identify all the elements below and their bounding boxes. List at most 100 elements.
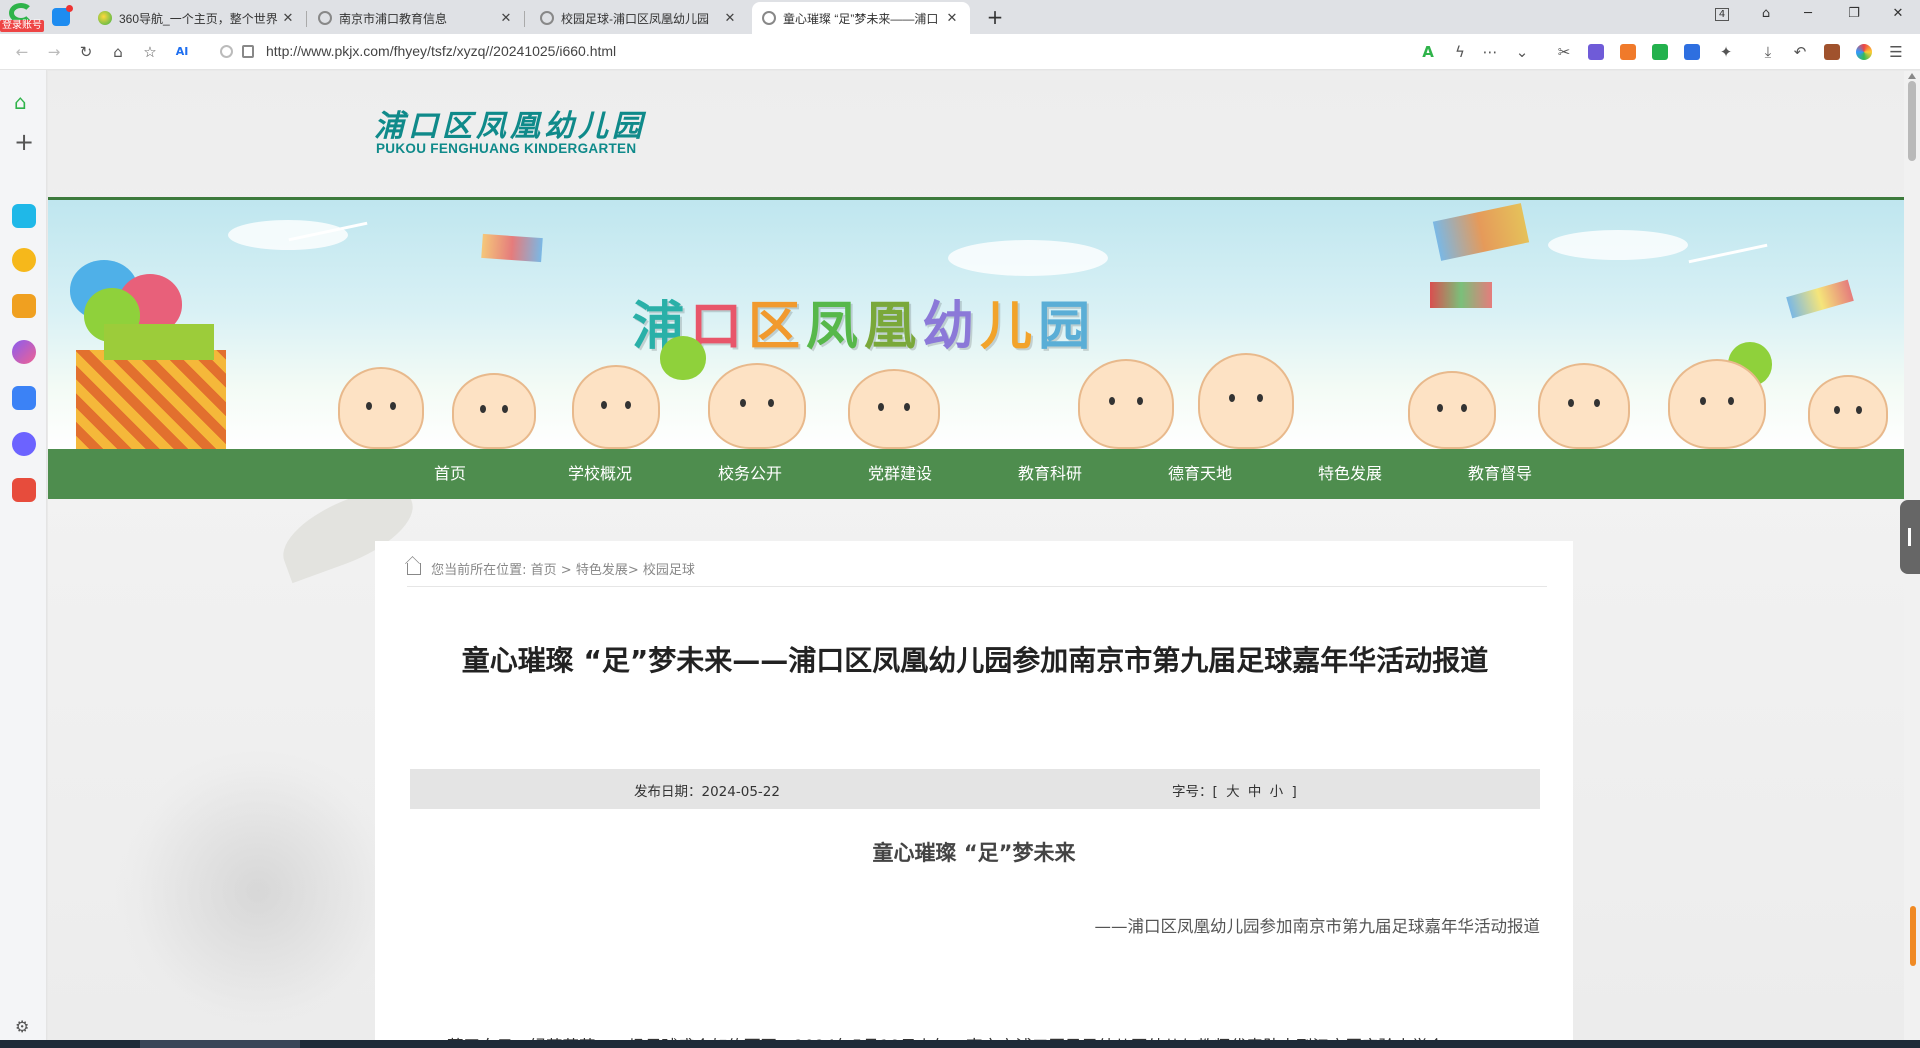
banner-char: 儿 xyxy=(980,297,1035,357)
cartoon-kid-decoration xyxy=(452,373,536,449)
gift-box-decoration xyxy=(76,350,226,449)
font-size-control: 字号：[ 大 中 小 ] xyxy=(1170,780,1299,800)
undo-icon[interactable]: ↶ xyxy=(1790,42,1810,62)
extension-word-icon[interactable] xyxy=(1684,44,1700,60)
new-tab-button[interactable]: + xyxy=(982,4,1008,30)
nav-item-school-overview[interactable]: 学校概况 xyxy=(540,449,660,499)
sidebar-ai-icon[interactable] xyxy=(12,386,36,410)
nav-item-research[interactable]: 教育科研 xyxy=(990,449,1110,499)
download-icon[interactable]: ⤓ xyxy=(1758,42,1778,62)
os-taskbar xyxy=(0,1040,1920,1048)
ai-icon[interactable]: AI xyxy=(172,42,192,62)
web-page: 浦口区凤凰幼儿园 PUKOU FENGHUANG KINDERGARTEN 浦口… xyxy=(48,71,1904,1045)
side-widget-tab[interactable] xyxy=(1910,906,1916,966)
cartoon-kid-decoration xyxy=(1078,359,1174,449)
tab-close-icon[interactable]: ✕ xyxy=(722,11,738,26)
cartoon-kid-decoration xyxy=(848,369,940,449)
chevron-down-icon[interactable]: ⌄ xyxy=(1512,42,1532,62)
sidebar-home-icon[interactable]: ⌂ xyxy=(14,90,27,114)
font-size-close: ] xyxy=(1291,784,1297,800)
tab-close-icon[interactable]: ✕ xyxy=(498,11,514,26)
side-panel-handle[interactable] xyxy=(1900,500,1920,574)
nav-item-school-affairs[interactable]: 校务公开 xyxy=(690,449,810,499)
publish-date: 发布日期：2024-05-22 xyxy=(634,780,780,800)
tab-count-icon[interactable]: 4 xyxy=(1704,0,1740,30)
tab-title: 360导航_一个主页，整个世界 xyxy=(119,11,278,26)
tab-title: 南京市浦口教育信息 xyxy=(339,11,448,26)
breadcrumb-path[interactable]: 首页 > 特色发展> 校园足球 xyxy=(531,563,695,578)
publish-date-label: 发布日期： xyxy=(634,784,702,800)
extension-wechat-icon[interactable] xyxy=(1652,44,1668,60)
nav-item-party-building[interactable]: 党群建设 xyxy=(840,449,960,499)
restore-button[interactable]: ❐ xyxy=(1836,0,1872,30)
tab-close-icon[interactable]: ✕ xyxy=(944,11,960,26)
menu-icon[interactable]: ☰ xyxy=(1886,42,1906,62)
sticker-decoration xyxy=(1786,279,1854,319)
sidebar-star-icon[interactable] xyxy=(12,248,36,272)
login-badge[interactable]: 登录账号 xyxy=(0,20,44,32)
font-size-small-link[interactable]: 小 xyxy=(1270,784,1284,800)
more-icon[interactable]: ⋯ xyxy=(1480,42,1500,62)
extension-translate-icon[interactable] xyxy=(1588,44,1604,60)
sticker-decoration xyxy=(481,233,543,263)
scissors-icon[interactable]: ✂ xyxy=(1554,42,1574,62)
sticker-decoration xyxy=(1430,282,1492,308)
extensions-puzzle-icon[interactable]: ✦ xyxy=(1716,42,1736,62)
favorites-icon[interactable]: ☆ xyxy=(140,42,160,62)
cartoon-kid-decoration xyxy=(708,363,806,449)
sticker-decoration xyxy=(1432,203,1530,261)
font-size-large-link[interactable]: 大 xyxy=(1226,784,1240,800)
globe-favicon-icon xyxy=(318,11,332,25)
balloon-decoration xyxy=(660,336,706,380)
cartoon-kid-decoration xyxy=(1538,363,1630,449)
article-subheading: 童心璀璨 “足”梦未来 xyxy=(872,841,1076,865)
home-icon[interactable]: ⌂ xyxy=(108,42,128,62)
url-text[interactable]: http://www.pkjx.com/fhyey/tsfz/xyzq//202… xyxy=(266,43,616,59)
tab-campus-football[interactable]: 校园足球-浦口区凤凰幼儿园 ✕ xyxy=(530,2,748,34)
sidebar-robot-icon[interactable] xyxy=(12,294,36,318)
nav-item-moral-education[interactable]: 德育天地 xyxy=(1140,449,1260,499)
site-header: 浦口区凤凰幼儿园 PUKOU FENGHUANG KINDERGARTEN xyxy=(48,71,1904,200)
sidebar-ai-chat-icon[interactable] xyxy=(12,340,36,364)
banner-char: 区 xyxy=(748,297,803,357)
nav-item-featured[interactable]: 特色发展 xyxy=(1290,449,1410,499)
lightning-icon[interactable]: ϟ xyxy=(1450,42,1470,62)
browser-logo[interactable]: 登录账号 xyxy=(0,0,44,34)
reload-icon[interactable]: ↻ xyxy=(76,42,96,62)
gift-box-decoration xyxy=(104,324,214,360)
pinned-tab-icon[interactable] xyxy=(52,5,73,26)
shirt-icon[interactable]: ⌂ xyxy=(1748,0,1784,30)
forward-icon[interactable]: → xyxy=(44,42,64,62)
minimize-button[interactable]: ─ xyxy=(1790,0,1826,30)
read-aloud-icon[interactable]: A xyxy=(1418,42,1438,62)
close-window-button[interactable]: ✕ xyxy=(1880,0,1916,30)
address-bar[interactable]: http://www.pkjx.com/fhyey/tsfz/xyzq//202… xyxy=(206,39,1386,65)
background-flower-decoration xyxy=(108,751,408,1031)
nav-item-supervision[interactable]: 教育督导 xyxy=(1440,449,1560,499)
nav-item-home[interactable]: 首页 xyxy=(390,449,510,499)
scrollbar-thumb[interactable] xyxy=(1908,81,1916,161)
sidebar-bot-icon[interactable] xyxy=(12,432,36,456)
extension-game-icon[interactable] xyxy=(1620,44,1636,60)
scroll-up-icon[interactable] xyxy=(1908,73,1916,79)
sidebar-settings-icon[interactable]: ⚙ xyxy=(15,1017,29,1036)
back-icon[interactable]: ← xyxy=(12,42,32,62)
taskbar-item[interactable] xyxy=(140,1040,300,1048)
color-wheel-icon[interactable] xyxy=(1856,44,1872,60)
tab-360-nav[interactable]: 360导航_一个主页，整个世界 ✕ xyxy=(88,2,307,34)
sidebar-app-plus-icon[interactable] xyxy=(12,204,36,228)
browser-sidebar: ⌂ + ⚙ xyxy=(0,70,47,1048)
banner-char: 凤 xyxy=(806,297,861,357)
sidebar-gamepad-icon[interactable] xyxy=(12,478,36,502)
sidebar-add-icon[interactable]: + xyxy=(14,130,34,154)
tab-pukou-edu[interactable]: 南京市浦口教育信息 ✕ xyxy=(308,2,525,34)
article-container: 您当前所在位置: 首页 > 特色发展> 校园足球 童心璀璨 “足”梦未来——浦口… xyxy=(375,541,1573,1045)
tab-close-icon[interactable]: ✕ xyxy=(280,11,296,26)
site-info-icon[interactable] xyxy=(220,45,233,58)
cartoon-kid-decoration xyxy=(1408,371,1496,449)
tab-strip: 登录账号 360导航_一个主页，整个世界 ✕ 南京市浦口教育信息 ✕ 校园足球-… xyxy=(0,0,1920,34)
font-size-medium-link[interactable]: 中 xyxy=(1248,784,1262,800)
toolbox-icon[interactable] xyxy=(1824,44,1840,60)
tab-article-active[interactable]: 童心璀璨 “足”梦未来——浦口 ✕ xyxy=(752,2,970,34)
site-name-cn[interactable]: 浦口区凤凰幼儿园 xyxy=(374,101,646,145)
